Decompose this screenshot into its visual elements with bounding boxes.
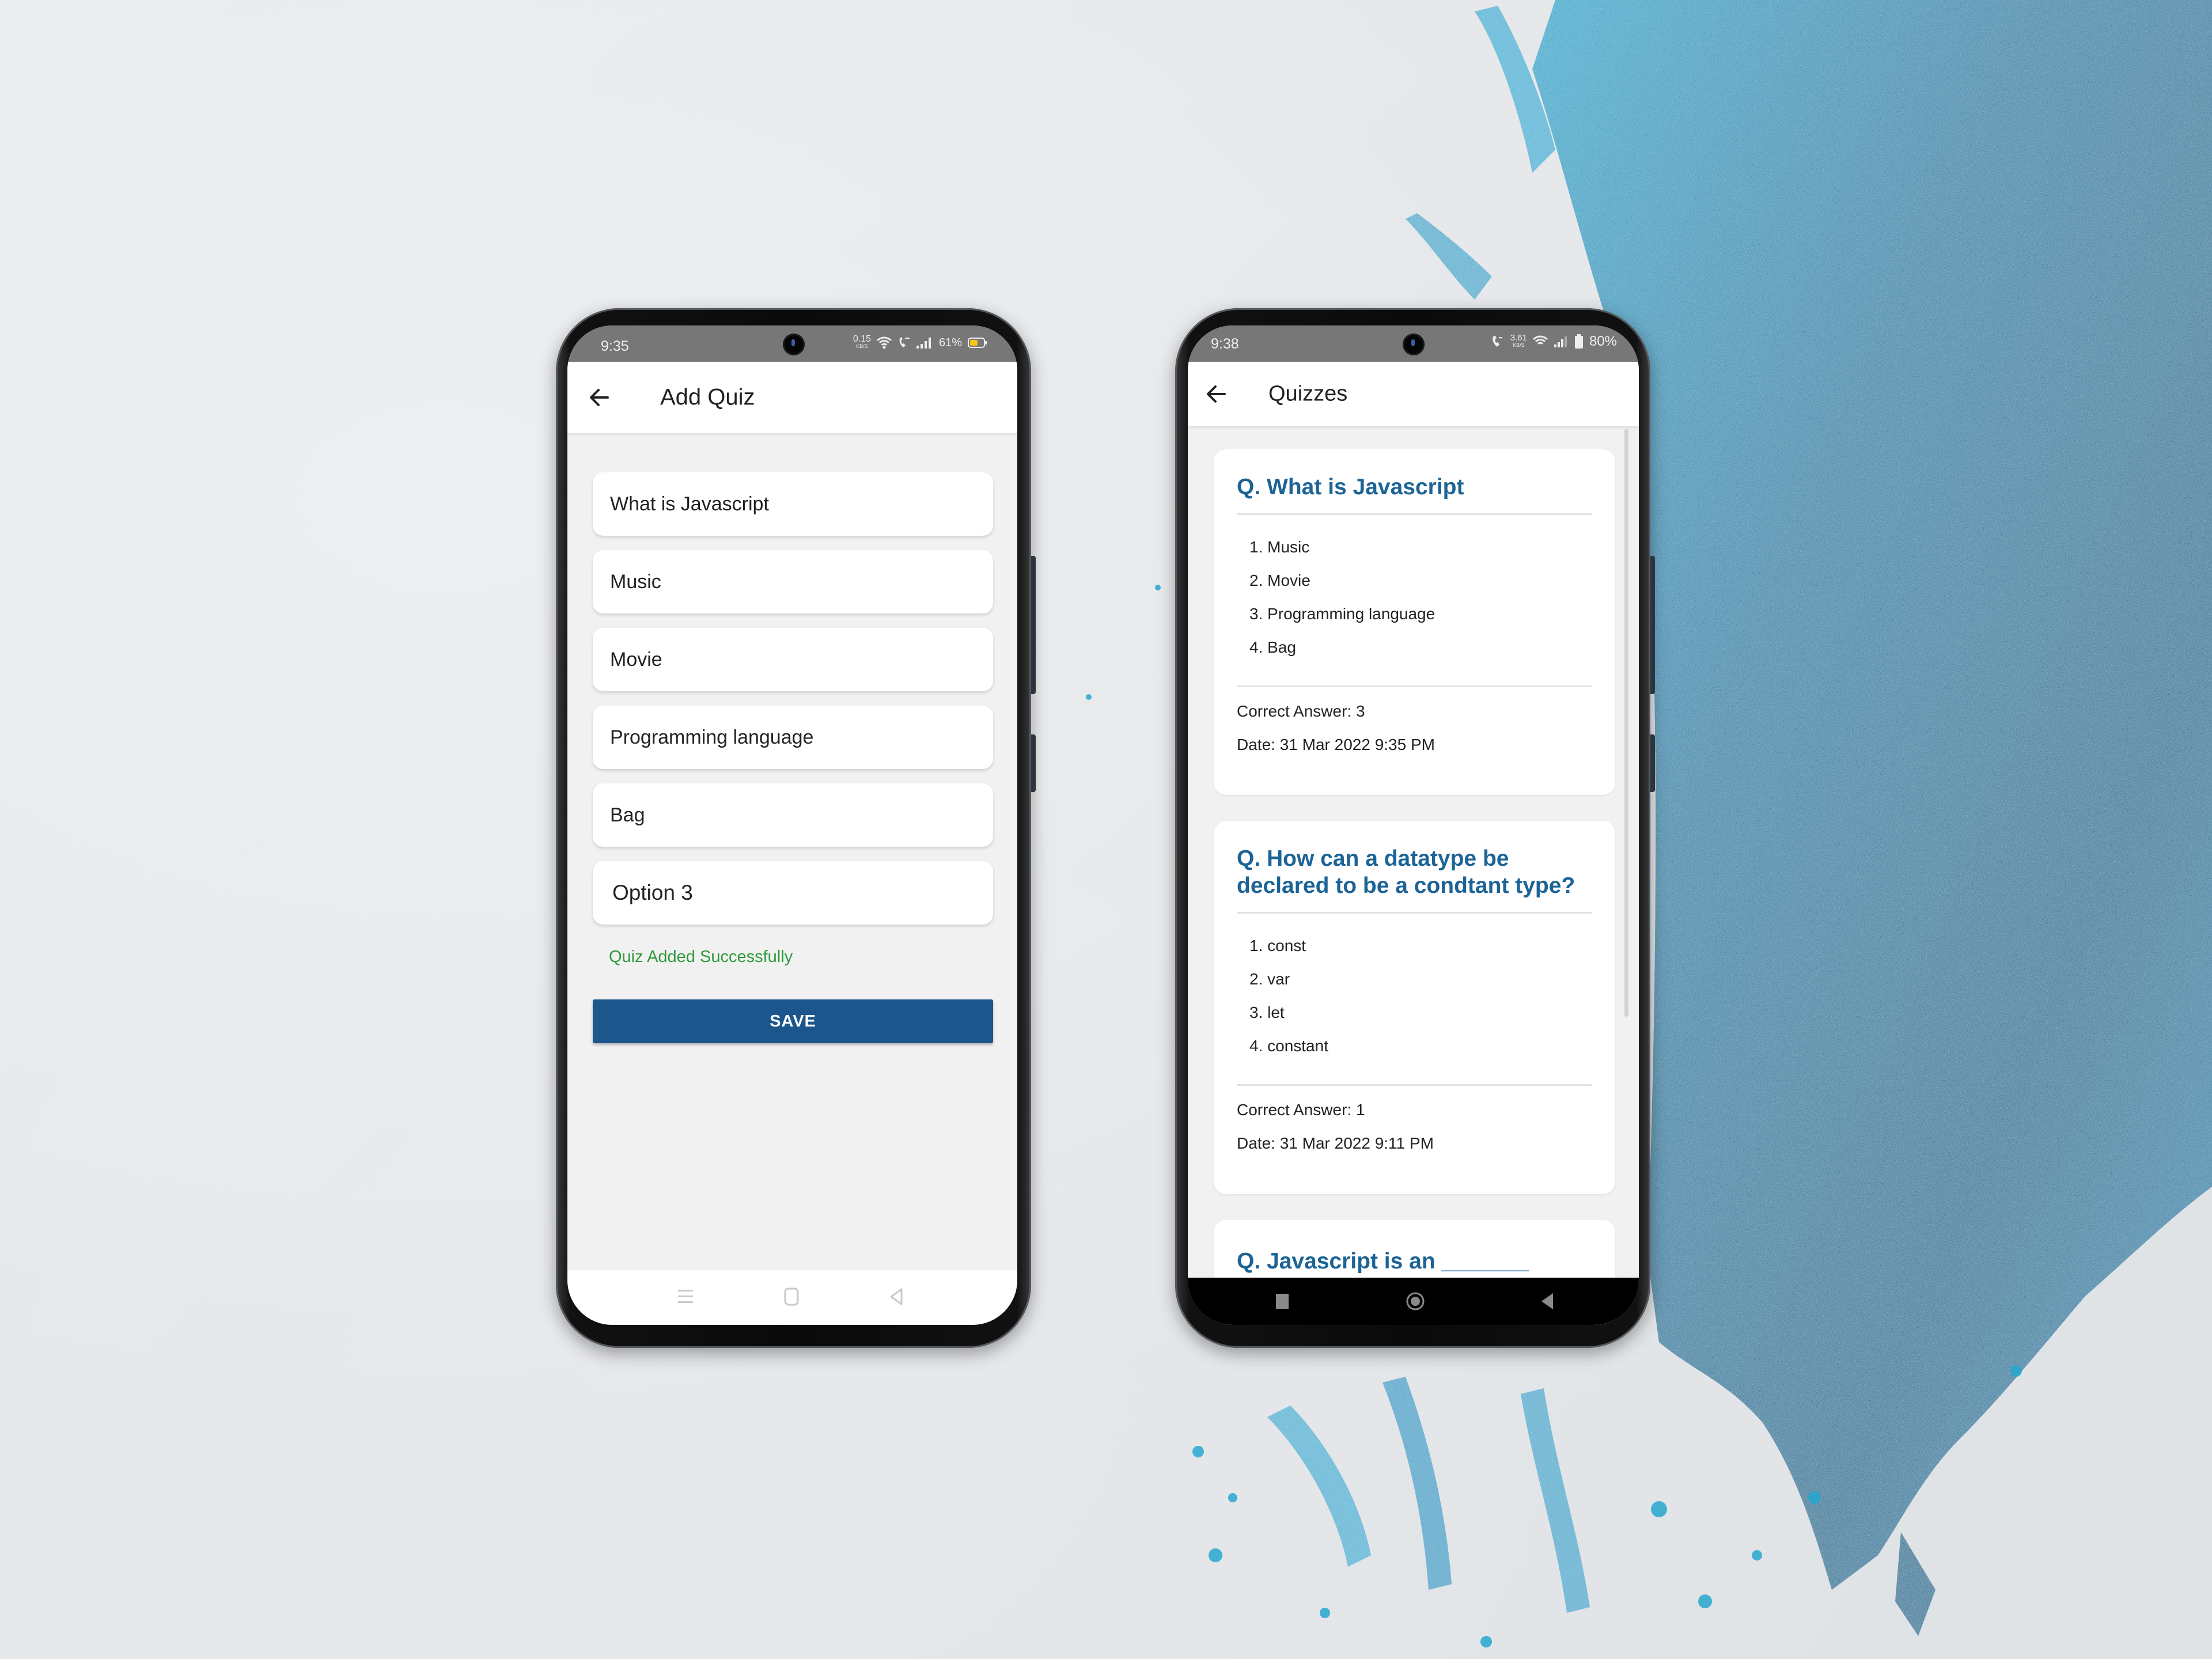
quiz-question: Q. How can a datatype be declared to be … (1237, 846, 1575, 898)
page-title: Add Quiz (660, 384, 755, 410)
quiz-option: 4. Bag (1249, 638, 1296, 656)
question-input[interactable] (609, 492, 993, 516)
quiz-question: Q. Javascript is an _______ (1237, 1249, 1529, 1274)
add-quiz-screen: 9:35 0.15 KB/S 61% Add Quiz What is Java… (567, 325, 1017, 1325)
status-icons: 0.15 KB/S 61% (853, 334, 987, 350)
battery-icon (968, 338, 987, 348)
quiz-date: Date: 31 Mar 2022 9:35 PM (1237, 736, 1435, 753)
quiz-option: 1. Music (1249, 538, 1310, 556)
option-2-input[interactable] (609, 647, 993, 672)
quiz-option: 4. constant (1249, 1037, 1328, 1055)
front-camera (1403, 334, 1425, 355)
correct-answer: Correct Answer: 1 (1237, 1101, 1365, 1119)
divider (1237, 685, 1592, 687)
quiz-option: 2. Movie (1249, 571, 1310, 589)
battery-icon (1574, 334, 1583, 349)
battery-percent: 80% (1589, 334, 1617, 349)
success-message: Quiz Added Successfully (609, 948, 793, 966)
volume-button (1650, 556, 1655, 694)
option-4-field[interactable] (593, 783, 993, 847)
background-paint-stroke (1086, 0, 2212, 1647)
divider (1237, 1084, 1592, 1086)
menu-icon[interactable] (677, 1287, 694, 1306)
correct-answer-dropdown[interactable]: Option 3 (593, 861, 993, 925)
divider (1237, 513, 1592, 515)
status-time: 9:35 (601, 338, 629, 354)
quiz-question: Q. What is Javascript (1237, 475, 1464, 499)
status-bar: 9:35 0.15 KB/S 61% (567, 325, 1017, 362)
front-camera (783, 334, 805, 355)
option-3-field[interactable] (593, 706, 993, 769)
back-icon[interactable] (888, 1287, 905, 1306)
data-speed-icon: 0.15 KB/S (853, 334, 871, 350)
divider (1237, 912, 1592, 914)
quiz-option: 3. Programming language (1249, 605, 1435, 623)
quiz-card[interactable]: Q. How can a datatype be declared to be … (1214, 821, 1615, 1194)
quiz-options: 1. const 2. var 3. let 4. constant (1249, 934, 1592, 1068)
page-title: Quizzes (1268, 381, 1348, 406)
app-bar: Add Quiz (567, 362, 1017, 433)
status-time: 9:38 (1211, 336, 1239, 352)
recents-icon[interactable] (1274, 1291, 1290, 1311)
save-button[interactable]: SAVE (593, 999, 993, 1043)
quiz-date: Date: 31 Mar 2022 9:11 PM (1237, 1134, 1434, 1152)
wifi-icon (1532, 335, 1548, 345)
scrollbar[interactable] (1624, 429, 1628, 1017)
question-field[interactable] (593, 472, 993, 536)
volume-button (1031, 556, 1036, 694)
wifi-call-icon (899, 337, 910, 347)
quizzes-screen: 9:38 3.61 KB/S 80% Quizzes Q. What is Ja… (1188, 325, 1639, 1325)
quiz-option: 1. const (1249, 937, 1306, 955)
back-icon[interactable] (1539, 1291, 1555, 1311)
navigation-bar (567, 1270, 1017, 1325)
home-icon[interactable] (1406, 1291, 1425, 1311)
wifi-call-icon (1493, 336, 1503, 347)
wifi-icon (877, 336, 892, 349)
option-4-input[interactable] (609, 803, 993, 827)
left-phone: 9:35 0.15 KB/S 61% Add Quiz What is Java… (556, 308, 1036, 1348)
quiz-option: 3. let (1249, 1003, 1285, 1021)
quiz-options: 1. Music 2. Movie 3. Programming languag… (1249, 536, 1592, 669)
battery-percent: 61% (938, 336, 962, 349)
home-icon[interactable] (782, 1287, 801, 1306)
app-bar: Quizzes (1188, 362, 1639, 426)
navigation-bar (1188, 1278, 1639, 1325)
quiz-card[interactable]: Q. What is Javascript 1. Music 2. Movie … (1214, 449, 1615, 795)
power-button (1650, 734, 1655, 792)
correct-answer-value: Option 3 (612, 881, 693, 904)
right-phone: 9:38 3.61 KB/S 80% Quizzes Q. What is Ja… (1175, 308, 1655, 1348)
status-bar: 9:38 3.61 KB/S 80% (1188, 325, 1639, 362)
status-icons: 3.61 KB/S 80% (1491, 334, 1617, 350)
option-2-field[interactable] (593, 628, 993, 691)
data-speed-icon: 3.61 KB/S (1510, 333, 1527, 348)
option-1-input[interactable] (609, 570, 993, 594)
correct-answer: Correct Answer: 3 (1237, 702, 1365, 720)
power-button (1031, 734, 1036, 792)
signal-icon (1554, 336, 1567, 347)
arrow-left-icon[interactable] (1204, 381, 1229, 407)
option-3-input[interactable] (609, 725, 993, 749)
signal-icon (916, 338, 931, 349)
option-1-field[interactable] (593, 550, 993, 613)
quiz-option: 2. var (1249, 970, 1290, 988)
arrow-left-icon[interactable] (587, 385, 612, 410)
